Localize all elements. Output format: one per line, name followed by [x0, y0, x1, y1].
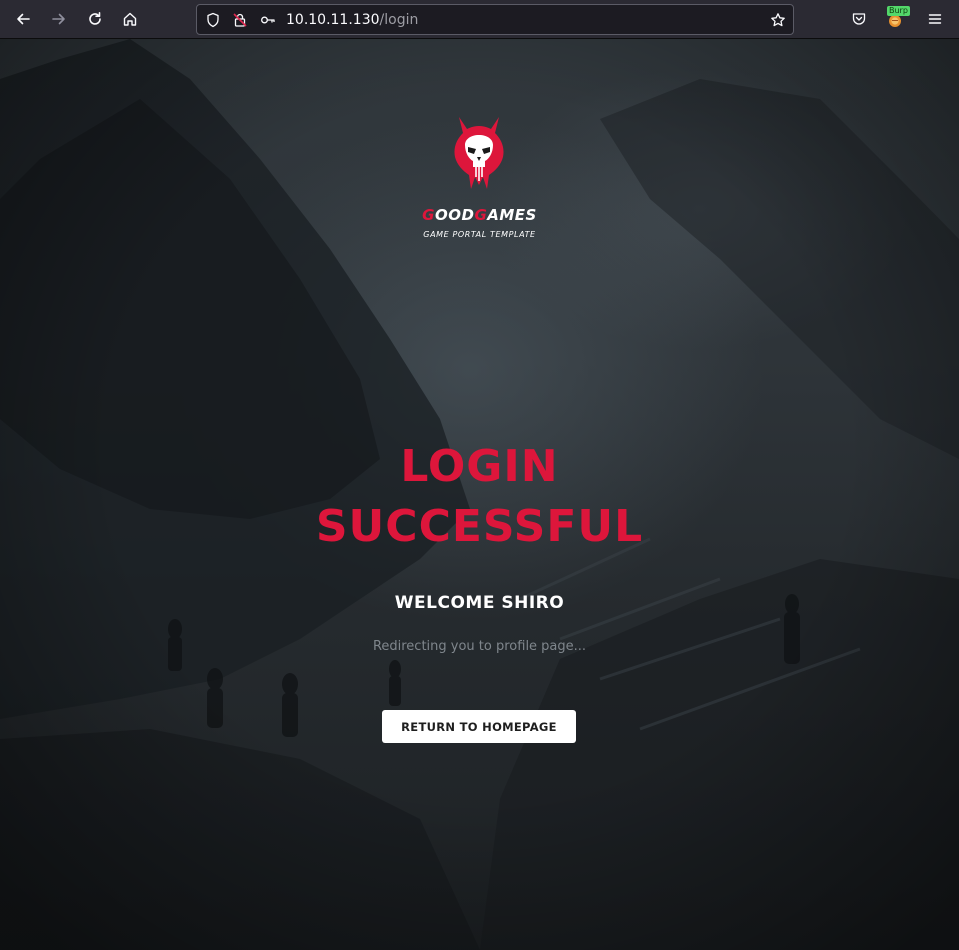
brand-part-ood: OOD [434, 206, 475, 224]
reload-icon[interactable] [82, 6, 108, 32]
forward-arrow-icon[interactable] [46, 6, 72, 32]
url-bar[interactable]: 10.10.11.130/login [196, 4, 794, 35]
welcome-message: WELCOME SHIRO [394, 593, 565, 613]
burp-badge: Burp [887, 6, 910, 16]
pocket-icon[interactable] [846, 6, 872, 32]
brand-letter-g1: G [422, 206, 435, 224]
home-icon[interactable] [117, 6, 143, 32]
brand-letter-g2: G [474, 206, 488, 224]
back-arrow-icon[interactable] [10, 6, 36, 32]
redirect-text: Redirecting you to profile page... [372, 639, 587, 654]
headline-successful: SUCCESSFUL [315, 501, 644, 552]
url-path: /login [379, 12, 419, 28]
headline-login: LOGIN [400, 441, 559, 492]
return-to-homepage-button[interactable]: RETURN TO HOMEPAGE [382, 710, 576, 743]
menu-icon[interactable] [922, 6, 948, 32]
browser-toolbar: 10.10.11.130/login Burp [0, 0, 959, 39]
key-icon[interactable] [259, 11, 277, 29]
brand-name: GOODGAMES [0, 206, 959, 224]
url-text[interactable]: 10.10.11.130/login [286, 11, 418, 29]
star-icon[interactable] [769, 11, 787, 29]
page-content: GOODGAMES GAME PORTAL TEMPLATE LOGIN SUC… [0, 39, 959, 950]
skull-logo-icon [454, 117, 504, 189]
shield-icon[interactable] [204, 11, 222, 29]
brand-tagline: GAME PORTAL TEMPLATE [423, 230, 536, 239]
insecure-lock-icon[interactable] [231, 11, 249, 29]
url-host: 10.10.11.130 [286, 12, 380, 28]
brand-part-ames: AMES [487, 206, 537, 224]
